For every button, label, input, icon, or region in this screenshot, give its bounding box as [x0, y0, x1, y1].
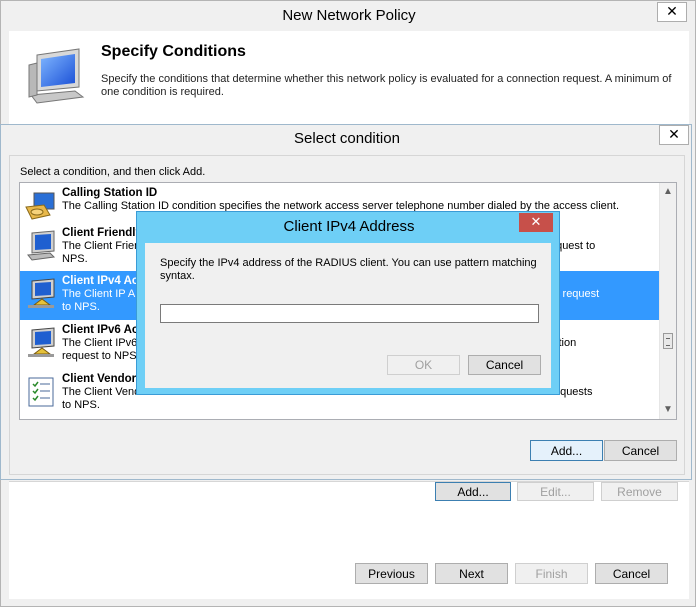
select-instruction: Select a condition, and then click Add.: [20, 166, 206, 178]
condition-description-line2: to NPS.: [62, 398, 100, 411]
ipv4-address-input[interactable]: [160, 304, 539, 323]
condition-list-scrollbar[interactable]: ▲ ▼: [659, 183, 676, 419]
scroll-up-arrow-icon[interactable]: ▲: [660, 184, 676, 200]
remove-condition-button[interactable]: Remove: [601, 482, 678, 501]
condition-name: Client Friendly: [62, 227, 142, 239]
previous-button[interactable]: Previous: [355, 563, 428, 584]
phone-computer-icon: [25, 192, 55, 220]
cancel-select-button[interactable]: Cancel: [604, 440, 677, 461]
cancel-button[interactable]: Cancel: [595, 563, 668, 584]
page-description: Specify the conditions that determine wh…: [101, 73, 672, 98]
condition-description-left: The Client IP A: [62, 288, 136, 300]
dialog-prompt: Specify the IPv4 address of the RADIUS c…: [160, 257, 537, 282]
condition-description-left: The Client Vend: [62, 386, 141, 398]
condition-name: Calling Station ID: [62, 187, 158, 199]
condition-description-line2: to NPS.: [62, 300, 100, 313]
add-condition-button[interactable]: Add...: [435, 482, 511, 501]
computer-monitor-icon: [28, 48, 85, 104]
condition-name: Client Vendor: [62, 373, 137, 385]
policy-close-button[interactable]: ✕: [657, 2, 687, 22]
network-computer-icon: [28, 327, 55, 357]
window-title: New Network Policy: [282, 7, 416, 24]
condition-description-left: The Client IPv6: [62, 337, 138, 349]
close-icon: ✕: [530, 215, 542, 230]
condition-description-line2: request to NPS.: [62, 349, 140, 362]
checklist-icon: [28, 377, 54, 407]
scroll-down-arrow-icon[interactable]: ▼: [660, 402, 676, 418]
select-close-button[interactable]: ✕: [659, 125, 689, 145]
computer-icon: [27, 230, 56, 261]
close-icon: ✕: [668, 127, 680, 143]
condition-name: Client IPv6 Ac: [62, 324, 139, 336]
condition-name: Client IPv4 Ac: [62, 275, 139, 287]
network-computer-icon: [28, 278, 55, 308]
ok-button[interactable]: OK: [387, 355, 460, 375]
select-condition-title: Select condition: [294, 130, 400, 147]
finish-button[interactable]: Finish: [515, 563, 588, 584]
edit-condition-button[interactable]: Edit...: [517, 482, 594, 501]
condition-description-line2: NPS.: [62, 252, 88, 265]
next-button[interactable]: Next: [435, 563, 508, 584]
dialog-body: Specify the IPv4 address of the RADIUS c…: [145, 243, 551, 388]
policy-header: Specify Conditions Specify the condition…: [9, 31, 689, 125]
dialog-cancel-button[interactable]: Cancel: [468, 355, 541, 375]
condition-description-left: The Client Frien: [62, 240, 141, 252]
scroll-thumb[interactable]: [663, 333, 673, 349]
add-button[interactable]: Add...: [530, 440, 603, 461]
dialog-title: Client IPv4 Address: [283, 218, 415, 235]
close-icon: ✕: [666, 4, 678, 20]
dialog-close-button[interactable]: ✕: [519, 213, 553, 232]
page-title: Specify Conditions: [101, 43, 246, 60]
client-ipv4-dialog: Client IPv4 Address ✕ Specify the IPv4 a…: [136, 211, 560, 395]
